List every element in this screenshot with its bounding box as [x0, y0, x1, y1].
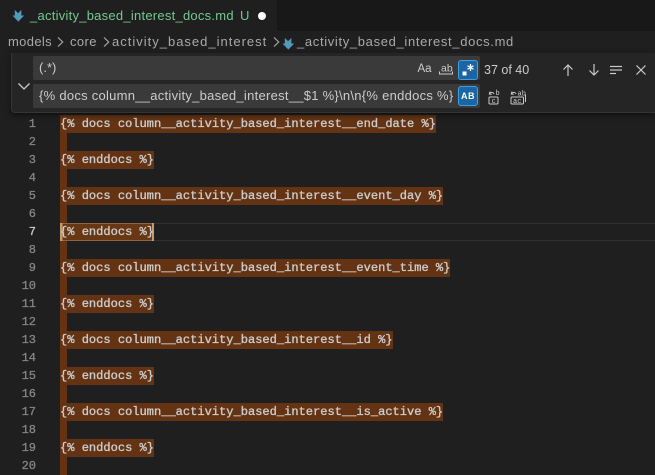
svg-text:c: c [492, 98, 496, 105]
svg-text:ab: ab [441, 62, 453, 74]
svg-text:ac: ac [513, 98, 521, 105]
svg-text:b: b [496, 90, 500, 98]
